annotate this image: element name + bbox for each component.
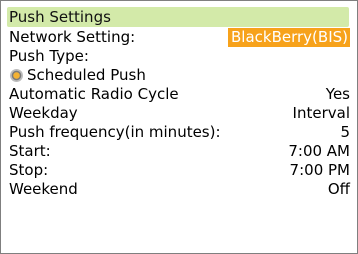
screen-title: Push Settings bbox=[7, 7, 349, 27]
stop-time-row[interactable]: Stop: 7:00 PM bbox=[9, 161, 350, 180]
stop-time-label: Stop: bbox=[9, 161, 49, 179]
network-setting-dropdown[interactable]: BlackBerry(BIS) bbox=[228, 28, 350, 47]
start-time-label: Start: bbox=[9, 142, 51, 160]
automatic-radio-cycle-label: Automatic Radio Cycle bbox=[9, 85, 179, 103]
push-type-row: Push Type: bbox=[9, 47, 350, 66]
scheduled-push-label: Scheduled Push bbox=[27, 66, 146, 84]
automatic-radio-cycle-value[interactable]: Yes bbox=[326, 85, 350, 104]
scheduled-push-option[interactable]: Scheduled Push bbox=[9, 66, 350, 85]
weekday-label: Weekday bbox=[9, 104, 78, 122]
radio-selected-icon[interactable] bbox=[10, 69, 23, 82]
push-type-label: Push Type: bbox=[9, 47, 89, 65]
start-time-value[interactable]: 7:00 AM bbox=[288, 142, 350, 161]
weekend-row[interactable]: Weekend Off bbox=[9, 180, 350, 199]
weekday-value[interactable]: Interval bbox=[293, 104, 350, 123]
push-settings-screen: Push Settings Network Setting: BlackBerr… bbox=[0, 0, 358, 254]
push-frequency-value[interactable]: 5 bbox=[340, 123, 350, 142]
push-frequency-label: Push frequency(in minutes): bbox=[9, 123, 221, 141]
network-setting-label: Network Setting: bbox=[9, 28, 136, 46]
weekend-value[interactable]: Off bbox=[328, 180, 350, 199]
start-time-row[interactable]: Start: 7:00 AM bbox=[9, 142, 350, 161]
weekend-label: Weekend bbox=[9, 180, 78, 198]
stop-time-value[interactable]: 7:00 PM bbox=[290, 161, 350, 180]
push-frequency-row[interactable]: Push frequency(in minutes): 5 bbox=[9, 123, 350, 142]
weekday-row[interactable]: Weekday Interval bbox=[9, 104, 350, 123]
network-setting-row[interactable]: Network Setting: BlackBerry(BIS) bbox=[9, 28, 350, 47]
automatic-radio-cycle-row[interactable]: Automatic Radio Cycle Yes bbox=[9, 85, 350, 104]
